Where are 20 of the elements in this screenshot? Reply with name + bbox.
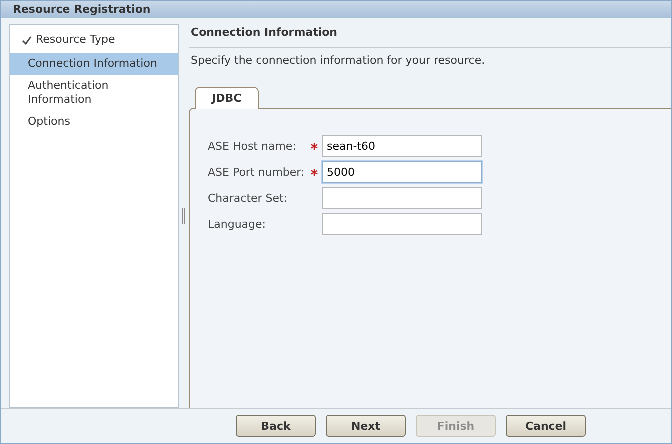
section-title: Connection Information [189,24,671,48]
input-field[interactable]: 5000 [322,161,482,183]
wizard-button[interactable]: Next [326,415,406,437]
input-field[interactable] [322,213,482,235]
field-label: ASE Host name: [208,140,298,152]
step-item[interactable]: Authentication Information [10,77,178,109]
field-label: Language: [208,218,267,230]
wizard-button[interactable]: Back [236,415,316,437]
step-item[interactable]: Connection Information [10,53,178,75]
input-field[interactable]: sean-t60 [322,135,482,157]
field-label: ASE Port number: [208,166,306,178]
field-label: Character Set: [208,192,289,204]
step-item[interactable]: Options [10,111,178,133]
input-field[interactable] [322,187,482,209]
step-item[interactable]: Resource Type [10,29,178,51]
tab[interactable]: JDBC [195,87,259,109]
description: Specify the connection information for your resource. [190,53,486,69]
wizard-button[interactable]: Cancel [506,415,586,437]
window-title: Resource Registration [13,3,151,16]
splitter-handle-icon[interactable] [182,208,186,224]
